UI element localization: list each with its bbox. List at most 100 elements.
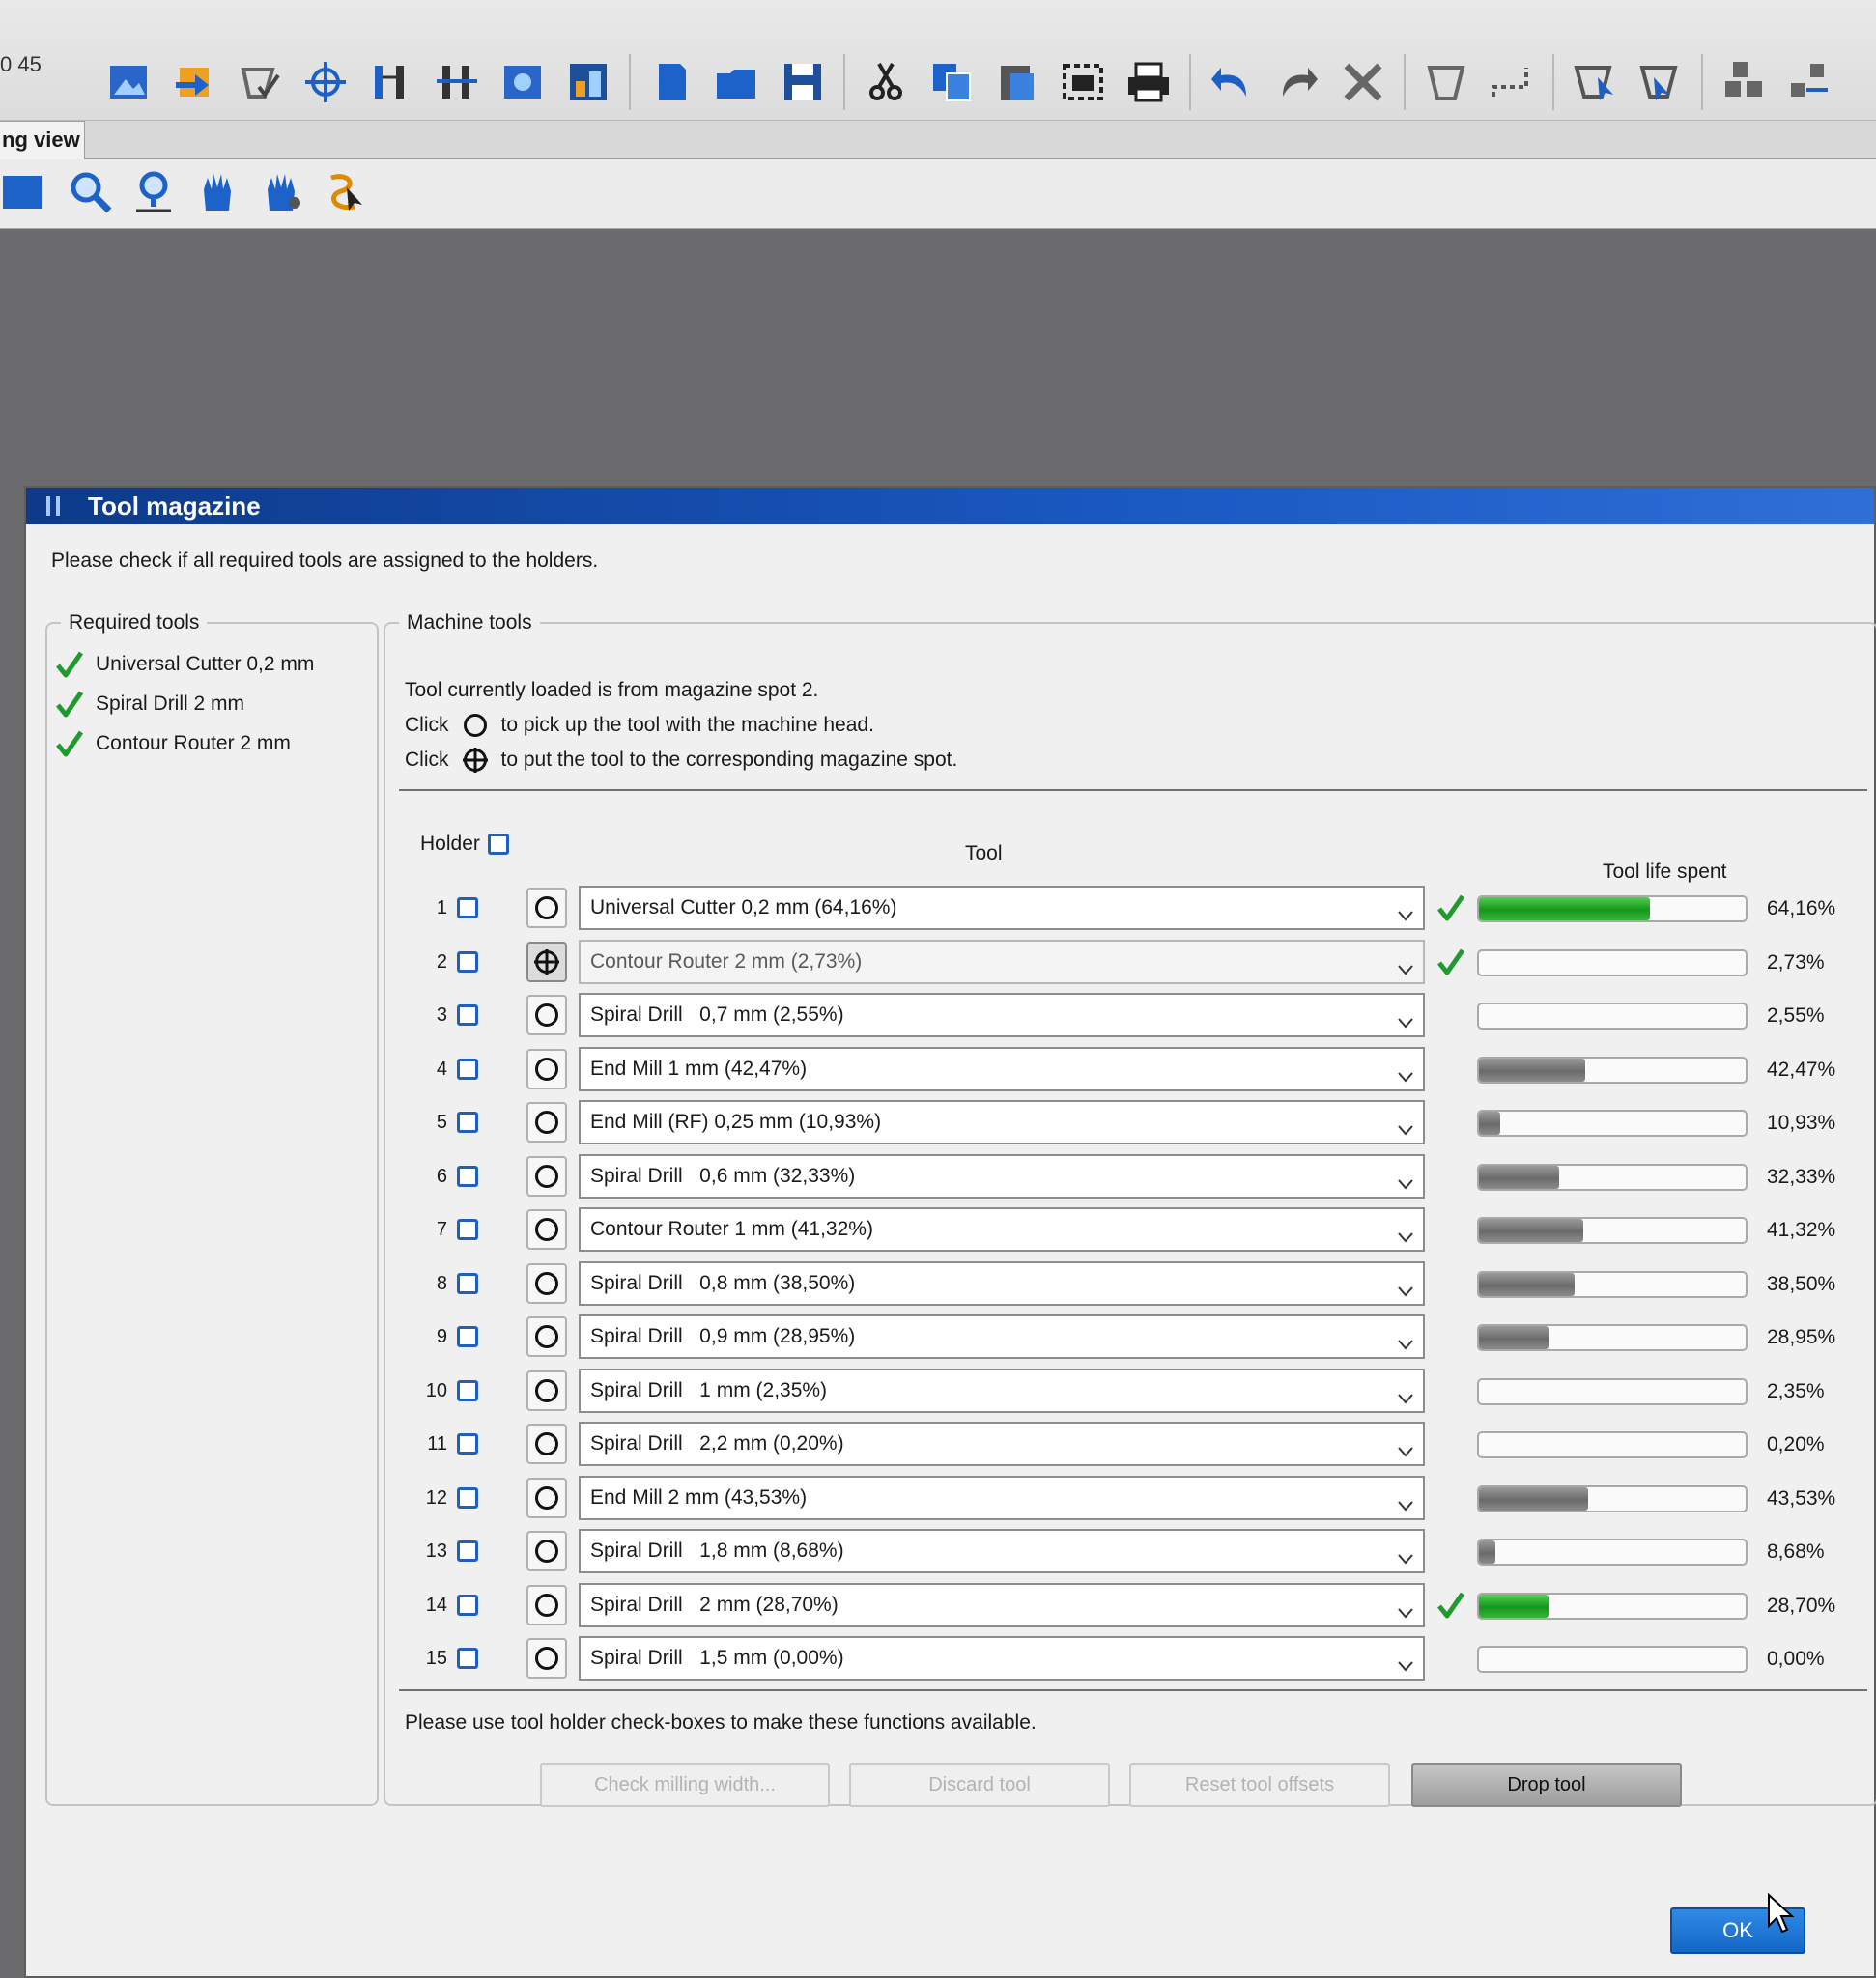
layers-icon[interactable]	[561, 55, 615, 109]
pan-icon[interactable]	[191, 165, 245, 219]
tool-select[interactable]: Spiral Drill 0,6 mm (32,33%)	[579, 1153, 1425, 1199]
pick-up-button[interactable]	[526, 1262, 567, 1304]
zoom-width-icon[interactable]	[128, 165, 182, 219]
holder-row: 9 Spiral Drill 0,9 mm (28,95%) 28,95%	[414, 1314, 1863, 1367]
pick-up-button[interactable]	[526, 1209, 567, 1250]
tool-select-value: Spiral Drill 0,7 mm (2,55%)	[590, 1003, 844, 1026]
tool-life-percent: 64,16%	[1767, 897, 1836, 919]
tool-select[interactable]: Spiral Drill 1 mm (2,35%)	[579, 1368, 1425, 1413]
tab-view[interactable]: ng view	[0, 121, 85, 159]
tool-select[interactable]: End Mill (RF) 0,25 mm (10,93%)	[579, 1100, 1425, 1144]
tool-select[interactable]: Spiral Drill 2,2 mm (0,20%)	[579, 1422, 1425, 1466]
holder-number: 3	[436, 1004, 447, 1026]
distribute-icon[interactable]	[1782, 55, 1836, 109]
open-icon[interactable]	[710, 55, 764, 109]
tool-select[interactable]: End Mill 1 mm (42,47%)	[579, 1046, 1425, 1091]
ungroup-icon[interactable]	[1634, 55, 1688, 109]
tool-select[interactable]: Spiral Drill 1,5 mm (0,00%)	[579, 1636, 1425, 1681]
holder-checkbox[interactable]	[457, 950, 478, 973]
pick-up-icon	[532, 1322, 561, 1351]
tool-select[interactable]: Spiral Drill 0,9 mm (28,95%)	[579, 1314, 1425, 1359]
print-icon[interactable]	[1122, 55, 1176, 109]
chevron-down-icon	[1396, 1542, 1415, 1565]
pick-up-button[interactable]	[526, 1477, 567, 1518]
holder-checkbox[interactable]	[457, 1004, 478, 1026]
pick-up-button[interactable]	[526, 1316, 567, 1357]
holder-checkbox[interactable]	[457, 1326, 478, 1347]
holder-checkbox[interactable]	[457, 1540, 478, 1562]
pick-up-button[interactable]	[526, 1102, 567, 1143]
tool-select[interactable]: End Mill 2 mm (43,53%)	[579, 1475, 1425, 1520]
dialog-titlebar[interactable]: Tool magazine	[26, 488, 1874, 524]
pick-up-icon	[532, 1269, 561, 1298]
discard-tool-button[interactable]: Discard tool	[849, 1763, 1110, 1807]
holder-checkbox[interactable]	[457, 1433, 478, 1455]
align-icon[interactable]	[430, 55, 484, 109]
redo-icon[interactable]	[1270, 55, 1324, 109]
holder-checkbox[interactable]	[457, 1594, 478, 1616]
tool-life-bar	[1477, 1431, 1748, 1458]
mark-icon[interactable]	[233, 55, 287, 109]
holder-checkbox[interactable]	[457, 1648, 478, 1669]
chevron-down-icon	[1396, 1221, 1415, 1243]
pan-hand-icon[interactable]	[255, 165, 309, 219]
tool-select[interactable]: Spiral Drill 2 mm (28,70%)	[579, 1582, 1425, 1627]
print-preview-icon[interactable]	[1056, 55, 1110, 109]
holder-checkbox[interactable]	[457, 1112, 478, 1133]
undo-icon[interactable]	[1205, 55, 1259, 109]
tool-select[interactable]: Contour Router 1 mm (41,32%)	[579, 1207, 1425, 1252]
zoom-icon[interactable]	[64, 165, 118, 219]
put-back-button[interactable]	[526, 941, 567, 982]
pick-up-button[interactable]	[526, 1424, 567, 1464]
select-all-holders-checkbox[interactable]	[487, 834, 509, 855]
holder-checkbox[interactable]	[457, 897, 478, 918]
arrange-icon[interactable]	[1717, 55, 1771, 109]
measure-icon[interactable]	[364, 55, 418, 109]
new-icon[interactable]	[644, 55, 698, 109]
pick-up-button[interactable]	[526, 1584, 567, 1625]
reset-tool-offsets-button[interactable]: Reset tool offsets	[1129, 1763, 1390, 1807]
holder-number: 12	[425, 1486, 447, 1509]
import-icon[interactable]	[167, 55, 221, 109]
cut-icon[interactable]	[859, 55, 913, 109]
holder-checkbox[interactable]	[457, 1219, 478, 1240]
paste-icon[interactable]	[990, 55, 1044, 109]
holder-checkbox[interactable]	[457, 1165, 478, 1187]
toolbar-separator	[629, 54, 631, 110]
pick-up-button[interactable]	[526, 1155, 567, 1197]
check-milling-width-button[interactable]: Check milling width...	[540, 1763, 830, 1807]
pick-up-button[interactable]	[526, 995, 567, 1035]
snap-icon[interactable]	[319, 165, 373, 219]
tool-select[interactable]: Universal Cutter 0,2 mm (64,16%)	[579, 886, 1425, 930]
drop-tool-button[interactable]: Drop tool	[1411, 1763, 1682, 1807]
pick-up-button[interactable]	[526, 1370, 567, 1411]
holder-checkbox[interactable]	[457, 1272, 478, 1294]
tool-life-percent: 28,70%	[1767, 1594, 1836, 1617]
pick-up-button[interactable]	[526, 1638, 567, 1679]
holder-checkbox[interactable]	[457, 1058, 478, 1080]
copy-icon[interactable]	[924, 55, 979, 109]
chevron-down-icon	[1396, 1650, 1415, 1672]
pick-up-button[interactable]	[526, 1048, 567, 1089]
holder-checkbox[interactable]	[457, 1379, 478, 1401]
group-icon[interactable]	[1568, 55, 1622, 109]
tool-select[interactable]: Spiral Drill 0,8 mm (38,50%)	[579, 1260, 1425, 1306]
image-icon[interactable]	[101, 55, 156, 109]
divider	[399, 789, 1867, 791]
tool-select[interactable]: Spiral Drill 1,8 mm (8,68%)	[579, 1529, 1425, 1573]
tool-life-bar	[1477, 1592, 1748, 1620]
tool-select[interactable]: Contour Router 2 mm (2,73%)	[579, 939, 1425, 984]
fit-icon[interactable]	[0, 165, 54, 219]
tool-select[interactable]: Spiral Drill 0,7 mm (2,55%)	[579, 993, 1425, 1037]
crosshair-icon[interactable]	[298, 55, 353, 109]
pick-up-button[interactable]	[526, 888, 567, 928]
delete-icon[interactable]	[1336, 55, 1390, 109]
camera-icon[interactable]	[496, 55, 550, 109]
pick-up-button[interactable]	[526, 1531, 567, 1571]
holder-row: 2 Contour Router 2 mm (2,73%) 2,73%	[414, 939, 1863, 992]
path-icon[interactable]	[1485, 55, 1539, 109]
holder-checkbox[interactable]	[457, 1486, 478, 1509]
select-icon[interactable]	[1419, 55, 1473, 109]
save-icon[interactable]	[776, 55, 830, 109]
toolbar-separator	[1701, 54, 1703, 110]
